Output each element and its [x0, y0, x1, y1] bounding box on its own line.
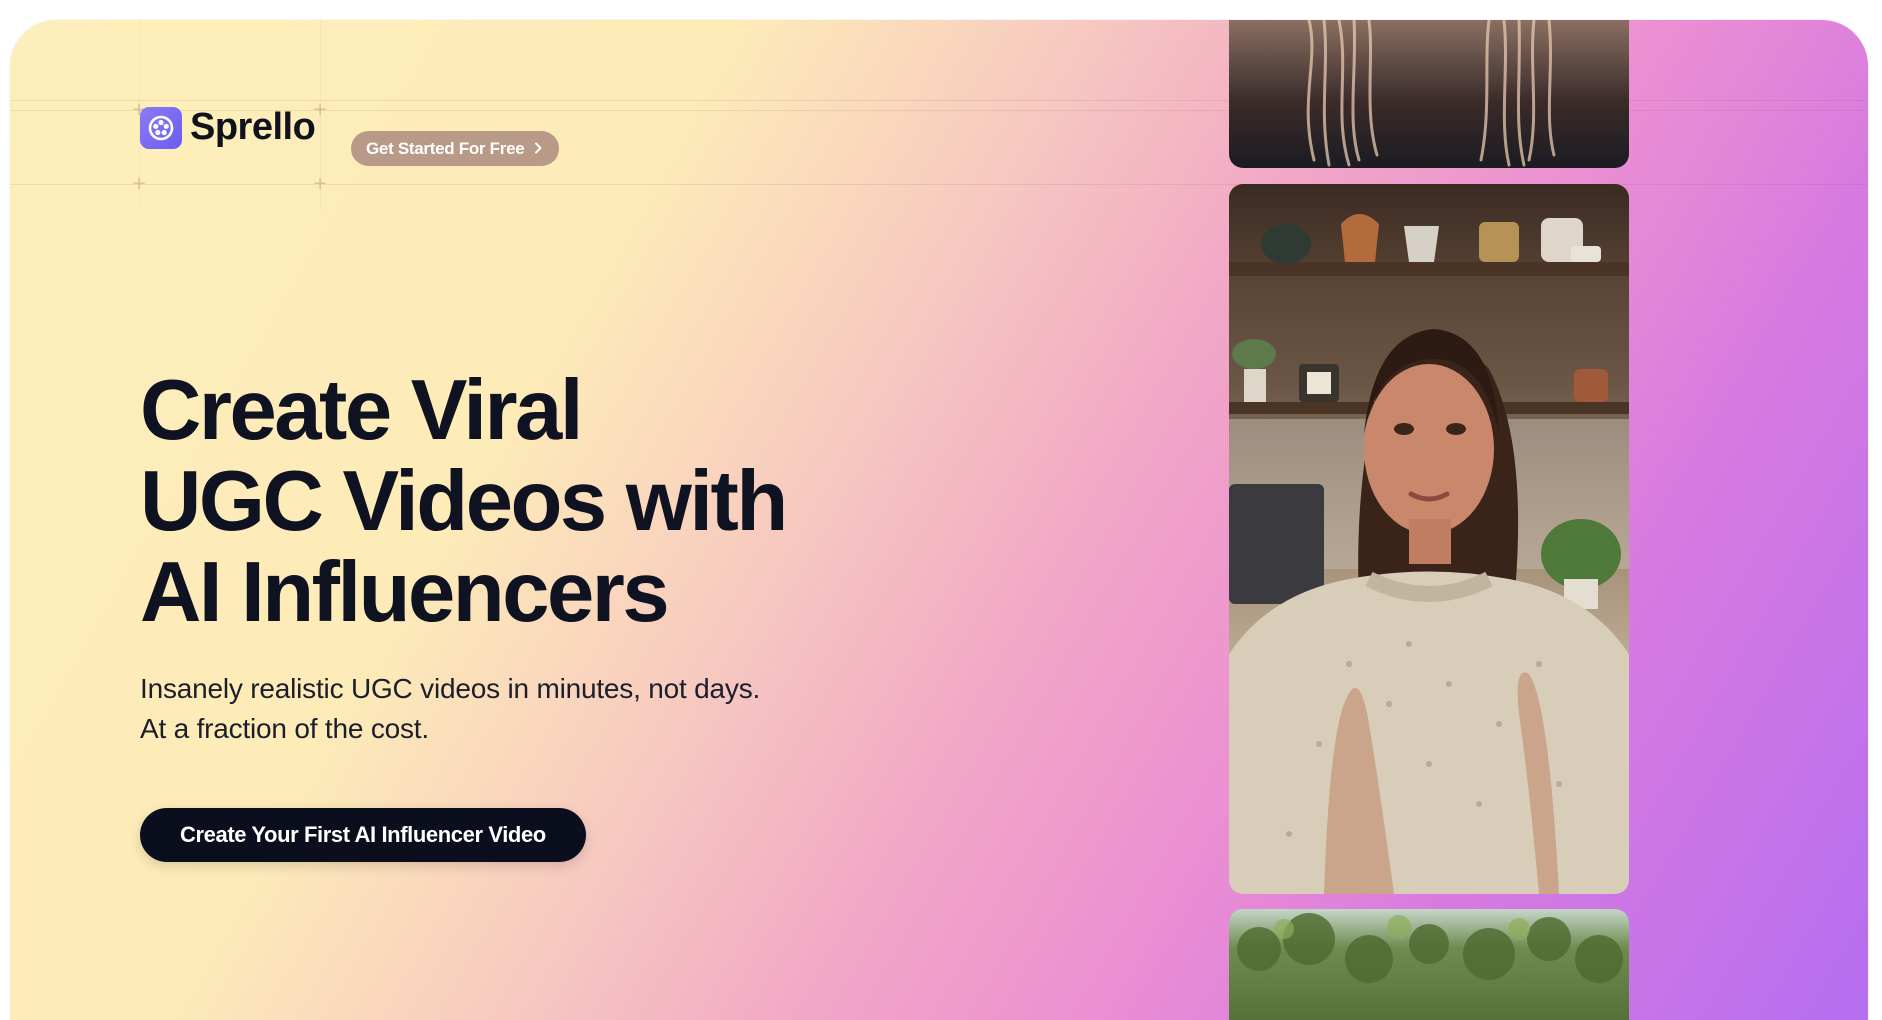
- subtitle-line: Insanely realistic UGC videos in minutes…: [140, 673, 761, 704]
- headline-line: Create Viral: [140, 363, 583, 458]
- get-started-button[interactable]: Get Started For Free: [351, 131, 560, 166]
- hero-subtitle: Insanely realistic UGC videos in minutes…: [140, 669, 760, 749]
- subtitle-line: At a fraction of the cost.: [140, 713, 429, 744]
- page-title: Create Viral UGC Videos with AI Influenc…: [140, 363, 788, 640]
- video-card-main[interactable]: [1229, 184, 1629, 894]
- get-started-label: Get Started For Free: [366, 138, 525, 158]
- brand-name: Sprello: [190, 106, 316, 148]
- brand-logo[interactable]: Sprello: [140, 106, 316, 149]
- chevron-right-icon: [534, 139, 543, 159]
- headline-line: AI Influencers: [140, 545, 670, 640]
- video-card-bottom[interactable]: [1229, 909, 1629, 1020]
- hero-section: + + + + Sprello Get Started For Free Cre…: [10, 20, 1868, 1020]
- foliage-image: [1237, 913, 1623, 983]
- film-reel-icon: [140, 106, 182, 149]
- plus-marker-icon: +: [312, 173, 328, 194]
- headline-line: UGC Videos with: [140, 454, 788, 549]
- create-video-button[interactable]: Create Your First AI Influencer Video: [140, 808, 586, 862]
- woman-speaking-image: [1229, 214, 1629, 894]
- video-card-top[interactable]: [1229, 20, 1629, 168]
- hair-closeup-image: [1306, 20, 1556, 167]
- plus-marker-icon: +: [131, 173, 147, 194]
